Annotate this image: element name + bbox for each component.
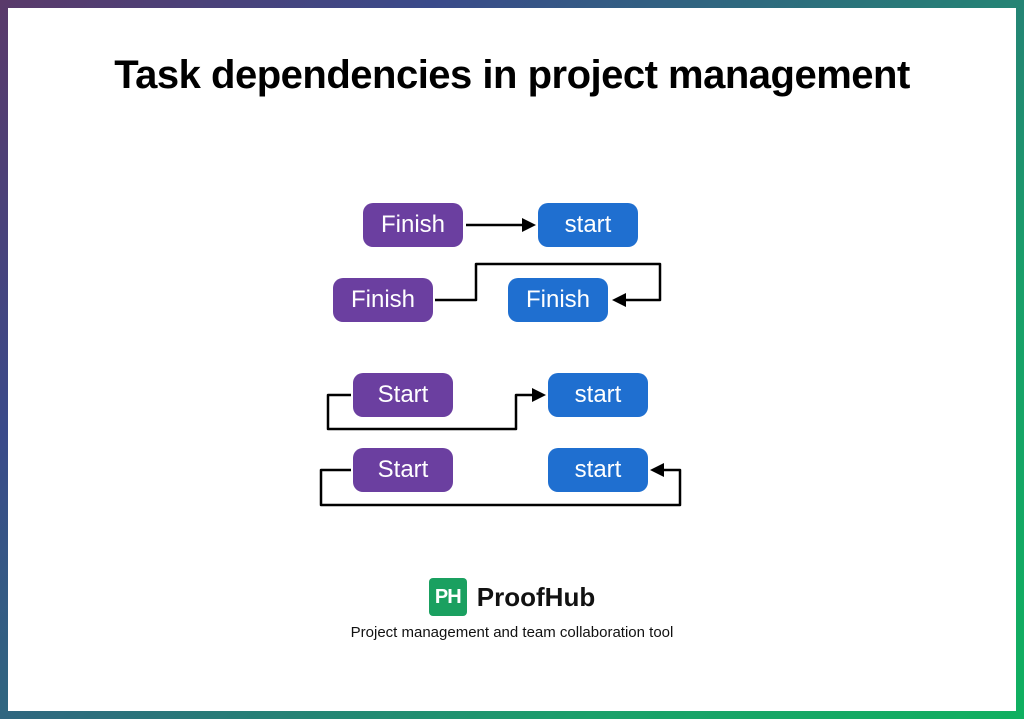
page-title: Task dependencies in project management bbox=[8, 50, 1016, 100]
proofhub-logo-icon: PH bbox=[429, 578, 467, 616]
brand-footer: PH ProofHub Project management and team … bbox=[8, 578, 1016, 641]
arrows-clean bbox=[8, 203, 1016, 571]
pill-start-5: start bbox=[548, 448, 648, 492]
pill-finish-2: Finish bbox=[333, 278, 433, 322]
brand-tagline: Project management and team collaboratio… bbox=[351, 624, 674, 641]
brand-name: ProofHub bbox=[477, 582, 595, 613]
dependency-diagram: Finish start Finish Finish Start start S… bbox=[8, 203, 1016, 571]
pill-finish-1: Finish bbox=[363, 203, 463, 247]
pill-start-2: Start bbox=[353, 373, 453, 417]
pill-start-4: Start bbox=[353, 448, 453, 492]
pill-start-1: start bbox=[538, 203, 638, 247]
pill-start-3: start bbox=[548, 373, 648, 417]
pill-finish-3: Finish bbox=[508, 278, 608, 322]
